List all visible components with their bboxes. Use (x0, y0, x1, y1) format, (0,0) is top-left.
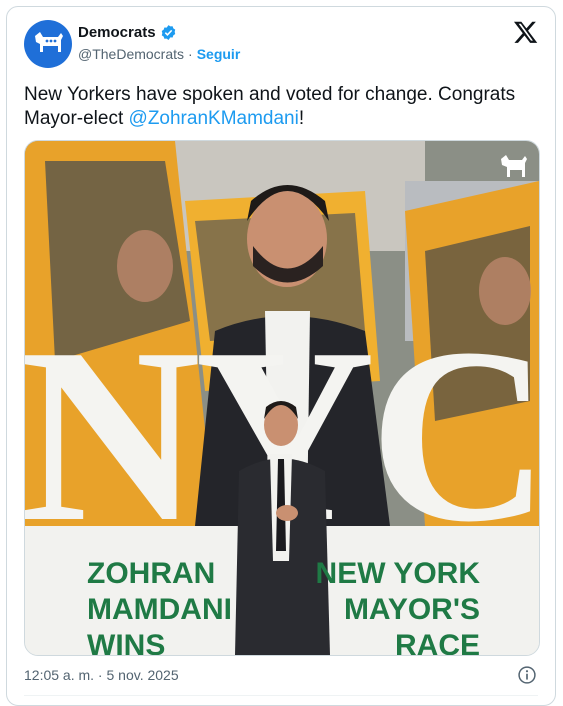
author-name[interactable]: Democrats (78, 24, 156, 41)
left-caption-line-3: WINS (87, 629, 165, 655)
right-caption-line-3: RACE (395, 629, 480, 655)
avatar[interactable] (24, 20, 72, 68)
right-caption-line-1: NEW YORK (316, 557, 481, 590)
tweet-media-image[interactable]: NYC ZOHRAN MAMDANI WINS NEW YORK MAYOR'S… (24, 140, 540, 656)
right-caption-line-2: MAYOR'S (344, 593, 480, 626)
info-icon[interactable] (517, 665, 537, 685)
x-logo-icon[interactable] (513, 19, 539, 45)
tweet-text-end: ! (298, 108, 305, 129)
tweet-text: New Yorkers have spoken and voted for ch… (24, 83, 544, 131)
author-handle[interactable]: @TheDemocrats (78, 46, 184, 62)
left-caption-line-2: MAMDANI (87, 593, 232, 626)
follow-button[interactable]: Seguir (197, 46, 241, 62)
timestamp[interactable]: 12:05 a. m. · 5 nov. 2025 (24, 667, 179, 683)
divider (24, 695, 538, 696)
donkey-icon (35, 32, 63, 52)
verified-badge-icon (161, 25, 175, 40)
tweet-card: Democrats @TheDemocrats · Seguir New Yor… (6, 6, 556, 706)
media-graphic: NYC ZOHRAN MAMDANI WINS NEW YORK MAYOR'S… (25, 141, 539, 655)
author-name-row[interactable]: Democrats (78, 24, 177, 41)
left-caption-line-1: ZOHRAN (87, 557, 215, 590)
mention-link[interactable]: @ZohranKMamdani (129, 108, 299, 129)
author-handle-row: @TheDemocrats · Seguir (78, 46, 240, 62)
separator: · (188, 46, 193, 62)
